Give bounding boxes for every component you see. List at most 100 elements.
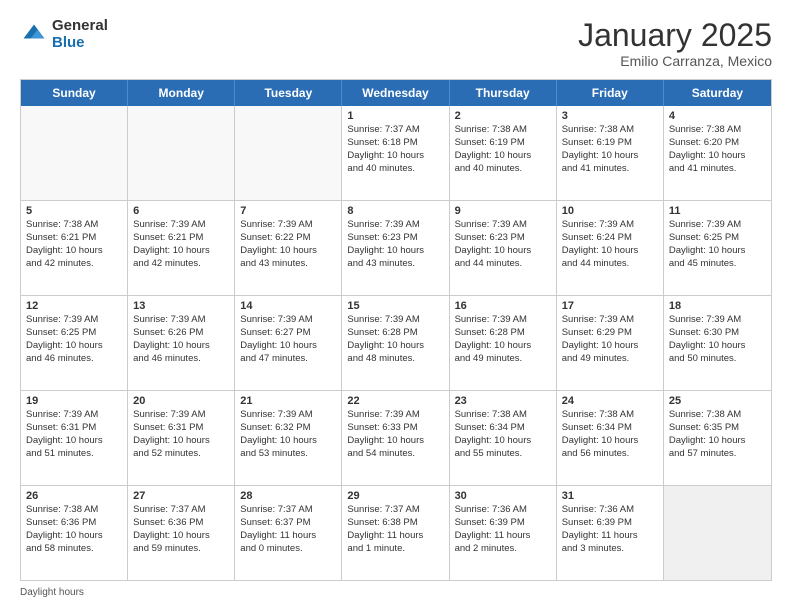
cell-line: Sunrise: 7:39 AM: [133, 314, 229, 327]
day-number: 3: [562, 110, 658, 122]
day-number: 7: [240, 205, 336, 217]
day-number: 19: [26, 395, 122, 407]
cell-line: Daylight: 10 hours: [455, 435, 551, 448]
cell-line: and 40 minutes.: [347, 163, 443, 176]
day-number: 11: [669, 205, 766, 217]
day-number: 5: [26, 205, 122, 217]
cell-line: and 42 minutes.: [26, 258, 122, 271]
cell-line: and 41 minutes.: [562, 163, 658, 176]
cell-line: Daylight: 11 hours: [562, 530, 658, 543]
cell-line: Sunset: 6:38 PM: [347, 517, 443, 530]
day-number: 28: [240, 490, 336, 502]
cell-line: and 45 minutes.: [669, 258, 766, 271]
cell-line: Daylight: 10 hours: [347, 435, 443, 448]
cell-line: Daylight: 10 hours: [347, 245, 443, 258]
cell-line: Sunset: 6:37 PM: [240, 517, 336, 530]
cell-line: Sunrise: 7:39 AM: [562, 314, 658, 327]
cell-line: and 58 minutes.: [26, 543, 122, 556]
cell-line: Sunset: 6:34 PM: [562, 422, 658, 435]
cell-line: Sunrise: 7:39 AM: [669, 314, 766, 327]
cell-line: and 59 minutes.: [133, 543, 229, 556]
cell-line: Daylight: 10 hours: [240, 340, 336, 353]
logo-blue: Blue: [52, 34, 85, 51]
cell-line: Sunset: 6:26 PM: [133, 327, 229, 340]
calendar-subtitle: Emilio Carranza, Mexico: [578, 53, 772, 69]
cell-line: Sunrise: 7:38 AM: [669, 409, 766, 422]
day-number: 13: [133, 300, 229, 312]
cell-line: Sunrise: 7:39 AM: [347, 314, 443, 327]
calendar-cell: 19Sunrise: 7:39 AMSunset: 6:31 PMDayligh…: [21, 391, 128, 485]
cell-line: Sunset: 6:19 PM: [562, 137, 658, 150]
cell-line: Daylight: 10 hours: [240, 435, 336, 448]
cell-line: and 56 minutes.: [562, 448, 658, 461]
cell-line: Daylight: 10 hours: [562, 435, 658, 448]
calendar-cell: 5 Sunrise: 7:38 AMSunset: 6:21 PMDaylight…: [21, 201, 128, 295]
cell-line: Sunset: 6:28 PM: [347, 327, 443, 340]
cell-line: Daylight: 10 hours: [133, 340, 229, 353]
day-number: 1: [347, 110, 443, 122]
calendar-cell: 10Sunrise: 7:39 AMSunset: 6:24 PMDayligh…: [557, 201, 664, 295]
day-number: 16: [455, 300, 551, 312]
col-header-friday: Friday: [557, 80, 664, 106]
calendar-cell: 29Sunrise: 7:37 AMSunset: 6:38 PMDayligh…: [342, 486, 449, 580]
cell-line: and 44 minutes.: [455, 258, 551, 271]
cell-line: Sunrise: 7:36 AM: [455, 504, 551, 517]
cell-line: Sunrise: 7:38 AM: [562, 409, 658, 422]
cell-line: Sunset: 6:21 PM: [133, 232, 229, 245]
cell-line: Sunset: 6:36 PM: [133, 517, 229, 530]
cell-line: and 54 minutes.: [347, 448, 443, 461]
cell-line: Daylight: 10 hours: [26, 340, 122, 353]
calendar-cell: [21, 106, 128, 200]
day-number: 10: [562, 205, 658, 217]
calendar-cell: 4Sunrise: 7:38 AMSunset: 6:20 PMDaylight…: [664, 106, 771, 200]
cell-line: Sunrise: 7:39 AM: [133, 219, 229, 232]
calendar-cell: 18Sunrise: 7:39 AMSunset: 6:30 PMDayligh…: [664, 296, 771, 390]
cell-line: Daylight: 10 hours: [455, 150, 551, 163]
calendar-cell: 25Sunrise: 7:38 AMSunset: 6:35 PMDayligh…: [664, 391, 771, 485]
day-number: 26: [26, 490, 122, 502]
cell-line: Sunrise: 7:39 AM: [455, 314, 551, 327]
cell-line: Sunset: 6:30 PM: [669, 327, 766, 340]
calendar-week-5: 26Sunrise: 7:38 AMSunset: 6:36 PMDayligh…: [21, 485, 771, 580]
calendar-cell: 22Sunrise: 7:39 AMSunset: 6:33 PMDayligh…: [342, 391, 449, 485]
calendar-week-2: 5Sunrise: 7:38 AMSunset: 6:21 PMDaylight…: [21, 200, 771, 295]
cell-line: Daylight: 10 hours: [669, 245, 766, 258]
calendar-cell: 14Sunrise: 7:39 AMSunset: 6:27 PMDayligh…: [235, 296, 342, 390]
cell-line: and 52 minutes.: [133, 448, 229, 461]
day-number: 31: [562, 490, 658, 502]
cell-line: Daylight: 10 hours: [562, 245, 658, 258]
cell-line: Sunset: 6:32 PM: [240, 422, 336, 435]
col-header-wednesday: Wednesday: [342, 80, 449, 106]
calendar-cell: [235, 106, 342, 200]
cell-line: Daylight: 10 hours: [347, 340, 443, 353]
day-number: 14: [240, 300, 336, 312]
cell-line: Daylight: 11 hours: [455, 530, 551, 543]
day-number: 23: [455, 395, 551, 407]
logo-icon: [20, 21, 48, 49]
cell-line: Sunset: 6:21 PM: [26, 232, 122, 245]
calendar-cell: 31Sunrise: 7:36 AMSunset: 6:39 PMDayligh…: [557, 486, 664, 580]
cell-line: and 43 minutes.: [240, 258, 336, 271]
cell-line: Sunset: 6:39 PM: [455, 517, 551, 530]
cell-line: Sunrise: 7:39 AM: [133, 409, 229, 422]
calendar-cell: 27Sunrise: 7:37 AMSunset: 6:36 PMDayligh…: [128, 486, 235, 580]
cell-line: Daylight: 10 hours: [26, 245, 122, 258]
cell-line: Sunrise: 7:38 AM: [562, 124, 658, 137]
day-number: 2: [455, 110, 551, 122]
cell-line: Sunset: 6:31 PM: [26, 422, 122, 435]
calendar-cell: [128, 106, 235, 200]
logo-text: General Blue: [52, 18, 108, 51]
day-number: 22: [347, 395, 443, 407]
calendar-title: January 2025: [578, 18, 772, 53]
calendar-cell: 21Sunrise: 7:39 AMSunset: 6:32 PMDayligh…: [235, 391, 342, 485]
calendar-cell: 13 Sunrise: 7:39 AMSunset: 6:26 PMDayligh…: [128, 296, 235, 390]
cell-line: and 43 minutes.: [347, 258, 443, 271]
cell-line: Daylight: 10 hours: [133, 435, 229, 448]
cell-line: Sunset: 6:23 PM: [347, 232, 443, 245]
cell-line: Sunrise: 7:38 AM: [26, 219, 122, 232]
calendar-cell: 26Sunrise: 7:38 AMSunset: 6:36 PMDayligh…: [21, 486, 128, 580]
calendar-cell: 24Sunrise: 7:38 AMSunset: 6:34 PMDayligh…: [557, 391, 664, 485]
calendar-cell: 6Sunrise: 7:39 AMSunset: 6:21 PMDaylight…: [128, 201, 235, 295]
cell-line: and 40 minutes.: [455, 163, 551, 176]
footer-text: Daylight hours: [20, 587, 84, 598]
